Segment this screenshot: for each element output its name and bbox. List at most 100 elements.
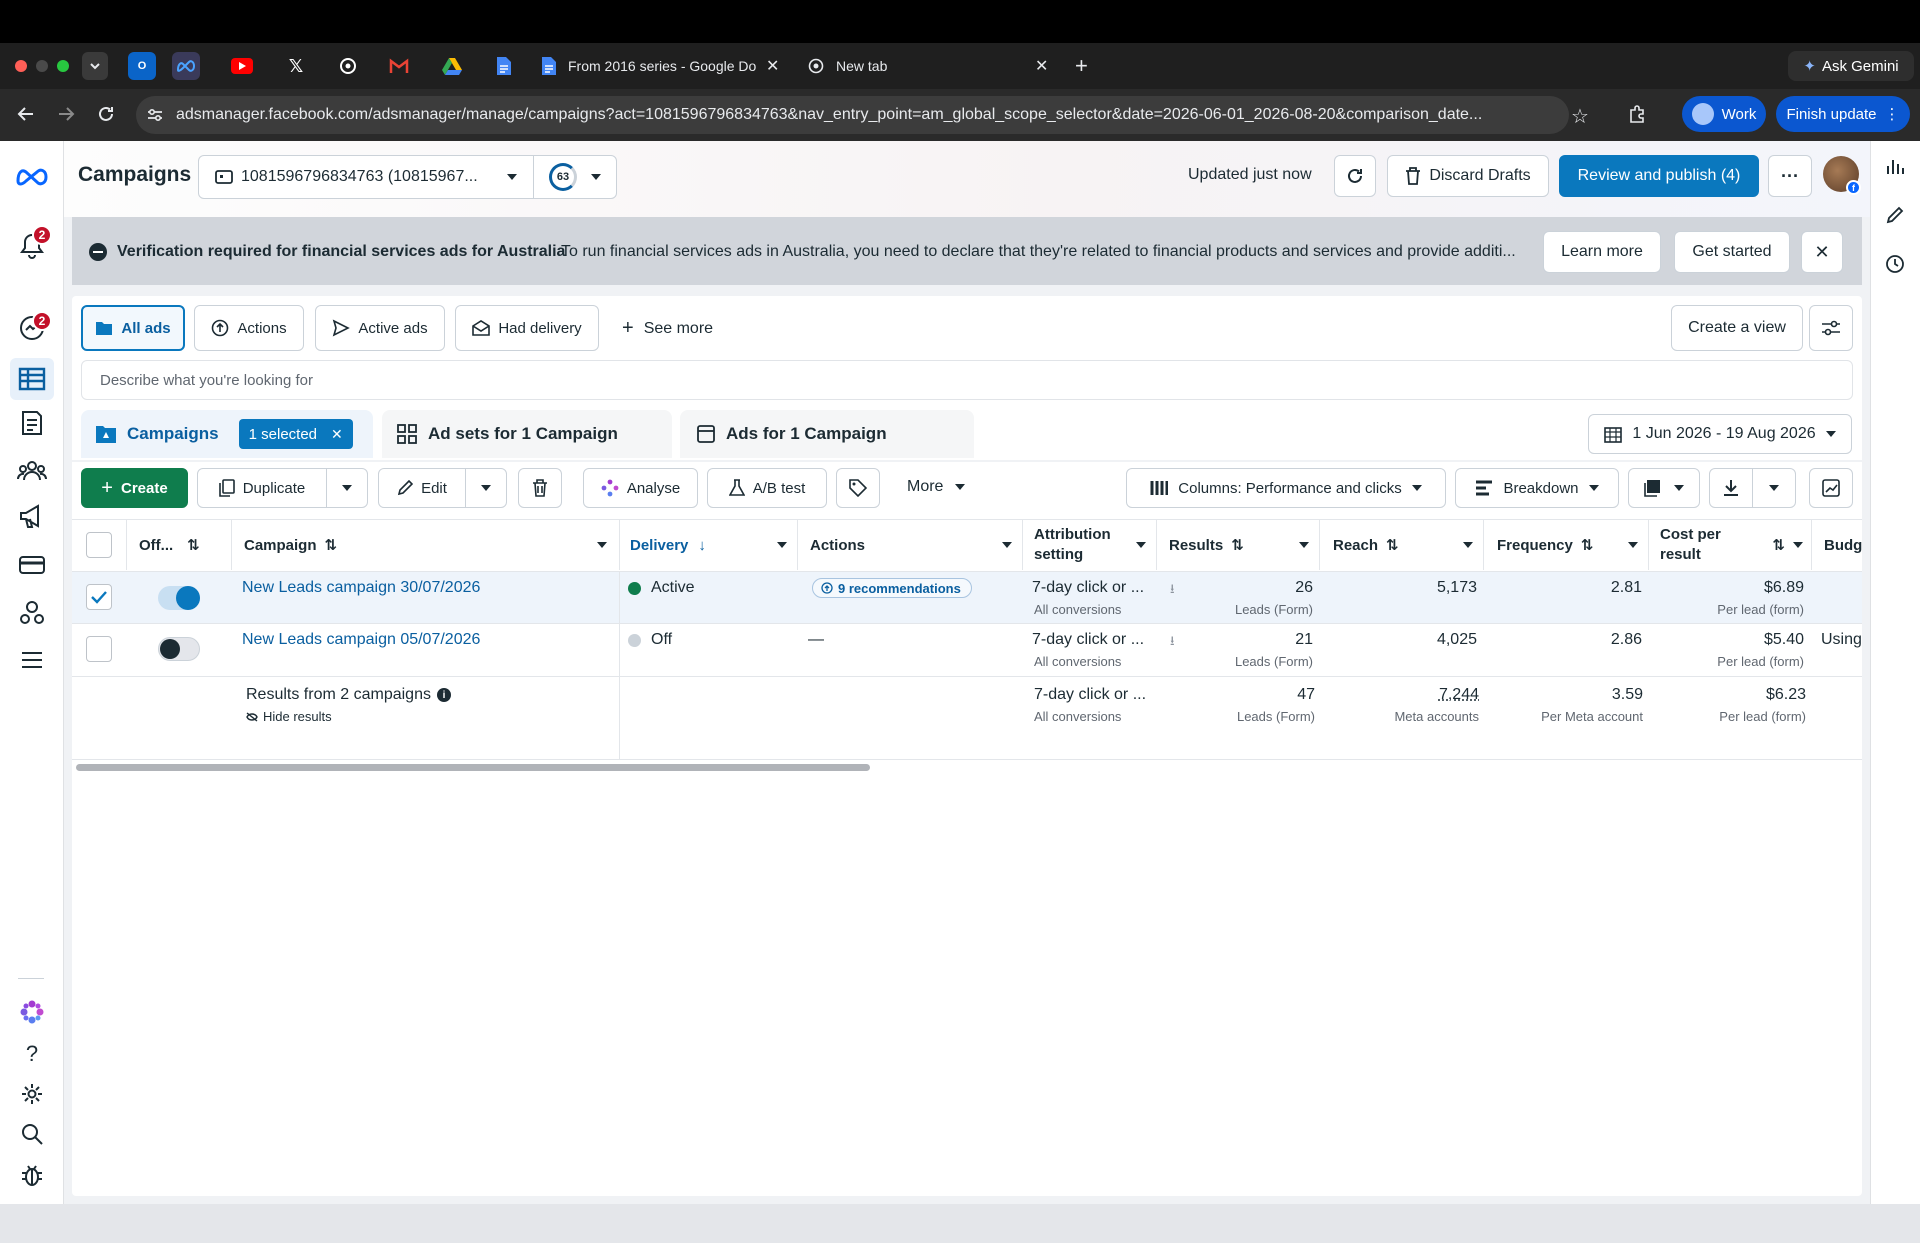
tab-campaigns[interactable]: Campaigns 1 selected ✕ <box>81 410 373 458</box>
column-header-budget[interactable]: Budg <box>1812 520 1862 570</box>
close-banner-icon[interactable]: ✕ <box>1801 231 1843 273</box>
see-more-button[interactable]: + See more <box>622 317 713 340</box>
search-input[interactable]: Describe what you're looking for <box>81 360 1853 400</box>
column-header-frequency[interactable]: Frequency ⇅ <box>1484 520 1649 570</box>
finish-update-button[interactable]: Finish update ⋮ <box>1776 96 1910 132</box>
search-icon[interactable] <box>14 1116 50 1152</box>
more-options-button[interactable]: ··· <box>1768 155 1812 197</box>
meta-ai-icon[interactable] <box>14 994 50 1030</box>
create-button[interactable]: + Create <box>81 468 188 508</box>
filter-actions[interactable]: Actions <box>194 305 304 351</box>
charts-button[interactable] <box>1809 468 1853 508</box>
customize-filters-button[interactable] <box>1809 305 1853 351</box>
close-tab-icon[interactable]: ✕ <box>1035 52 1048 80</box>
column-header-results[interactable]: Results ⇅ <box>1157 520 1320 570</box>
filter-active-ads[interactable]: Active ads <box>315 305 445 351</box>
profile-work-button[interactable]: Work <box>1682 96 1766 132</box>
reports-dropdown[interactable] <box>1628 468 1700 508</box>
tab-search-chevron-icon[interactable] <box>82 52 108 80</box>
tab-ad-sets[interactable]: Ad sets for 1 Campaign <box>382 410 672 458</box>
close-tab-icon[interactable]: ✕ <box>766 52 779 80</box>
export-button[interactable] <box>1709 468 1753 508</box>
duplicate-button[interactable]: Duplicate <box>197 468 327 508</box>
column-header-campaign[interactable]: Campaign ⇅ <box>232 520 620 570</box>
back-icon[interactable] <box>16 104 36 124</box>
horizontal-scrollbar[interactable] <box>76 764 870 771</box>
column-header-cost-per-result[interactable]: Cost per result ⇅ <box>1649 520 1812 570</box>
campaign-name-link[interactable]: New Leads campaign 30/07/2026 <box>242 579 480 597</box>
campaigns-table-icon[interactable] <box>10 358 54 400</box>
maximize-window-button[interactable] <box>57 60 69 72</box>
row-checkbox[interactable] <box>86 636 112 662</box>
export-dropdown[interactable] <box>1752 468 1796 508</box>
get-started-button[interactable]: Get started <box>1674 231 1790 273</box>
column-header-reach[interactable]: Reach ⇅ <box>1320 520 1484 570</box>
reload-icon[interactable] <box>96 104 116 124</box>
close-window-button[interactable] <box>15 60 27 72</box>
more-dropdown[interactable]: More <box>907 478 966 496</box>
help-icon[interactable]: ? <box>14 1036 50 1072</box>
learn-more-button[interactable]: Learn more <box>1543 231 1661 273</box>
minimize-window-button[interactable] <box>36 60 48 72</box>
campaign-name-link[interactable]: New Leads campaign 05/07/2026 <box>242 631 480 649</box>
delete-button[interactable] <box>518 468 562 508</box>
column-header-delivery[interactable]: Delivery ↓ <box>620 520 798 570</box>
site-settings-icon[interactable] <box>146 106 164 124</box>
bug-report-icon[interactable] <box>14 1157 50 1193</box>
clear-selection-icon[interactable]: ✕ <box>331 426 343 443</box>
bookmark-star-icon[interactable]: ☆ <box>1571 104 1589 129</box>
tab-new-tab[interactable]: New tab <box>808 52 1048 80</box>
ads-megaphone-icon[interactable] <box>14 498 50 534</box>
reports-icon[interactable] <box>14 405 50 441</box>
hide-results-link[interactable]: Hide results <box>246 709 332 724</box>
tab-google-doc[interactable]: From 2016 series - Google Do <box>542 52 782 80</box>
settings-gear-icon[interactable] <box>14 1076 50 1112</box>
refresh-button[interactable] <box>1334 155 1376 197</box>
tab-ads[interactable]: Ads for 1 Campaign <box>680 410 974 458</box>
business-settings-icon[interactable] <box>14 594 50 630</box>
date-range-picker[interactable]: 1 Jun 2026 - 19 Aug 2026 <box>1588 414 1852 454</box>
select-all-checkbox[interactable] <box>86 532 112 558</box>
summary-reach[interactable]: 7,244 <box>1439 686 1479 704</box>
ask-gemini-button[interactable]: ✦ Ask Gemini <box>1788 51 1914 81</box>
billing-card-icon[interactable] <box>14 547 50 583</box>
ad-account-selector[interactable]: 1081596796834763 (10815967... <box>198 155 534 199</box>
tag-button[interactable] <box>836 468 880 508</box>
history-clock-icon[interactable] <box>1885 254 1905 274</box>
google-docs-tab-icon[interactable] <box>490 52 518 80</box>
selected-count-chip[interactable]: 1 selected ✕ <box>238 419 353 449</box>
outlook-tab-icon[interactable]: O <box>128 52 156 80</box>
duplicate-dropdown[interactable] <box>326 468 368 508</box>
row-checkbox-checked[interactable] <box>86 584 112 610</box>
filter-had-delivery[interactable]: Had delivery <box>455 305 599 351</box>
ab-test-button[interactable]: A/B test <box>707 468 827 508</box>
chart-icon[interactable] <box>1885 156 1905 176</box>
columns-dropdown[interactable]: Columns: Performance and clicks <box>1126 468 1446 508</box>
all-tools-menu-icon[interactable] <box>14 642 50 678</box>
edit-button[interactable]: Edit <box>378 468 466 508</box>
extensions-icon[interactable] <box>1627 104 1647 124</box>
address-bar[interactable]: adsmanager.facebook.com/adsmanager/manag… <box>136 96 1569 134</box>
info-icon[interactable]: i <box>436 688 451 702</box>
account-score-button[interactable]: 63 <box>533 155 617 199</box>
audiences-icon[interactable] <box>14 452 50 488</box>
forward-icon[interactable] <box>56 104 76 124</box>
recommendations-badge[interactable]: 9 recommendations <box>812 578 972 598</box>
review-publish-button[interactable]: Review and publish (4) <box>1559 155 1759 197</box>
campaign-off-toggle[interactable] <box>158 637 200 661</box>
meta-logo-icon[interactable] <box>14 158 50 194</box>
meta-tab-icon[interactable] <box>172 52 200 80</box>
chatgpt-tab-icon[interactable] <box>334 52 362 80</box>
discard-drafts-button[interactable]: Discard Drafts <box>1387 155 1549 197</box>
analyse-button[interactable]: Analyse <box>583 468 698 508</box>
edit-dropdown[interactable] <box>465 468 507 508</box>
campaign-on-toggle[interactable] <box>158 586 200 610</box>
x-tab-icon[interactable]: 𝕏 <box>282 52 310 80</box>
column-header-offon[interactable]: Off... ⇅ <box>127 520 232 570</box>
edit-pencil-icon[interactable] <box>1885 205 1905 225</box>
gmail-tab-icon[interactable] <box>385 52 413 80</box>
column-header-attribution[interactable]: Attribution setting <box>1023 520 1157 570</box>
new-tab-button[interactable]: + <box>1075 52 1088 80</box>
youtube-tab-icon[interactable] <box>231 58 253 74</box>
breakdown-dropdown[interactable]: Breakdown <box>1455 468 1619 508</box>
